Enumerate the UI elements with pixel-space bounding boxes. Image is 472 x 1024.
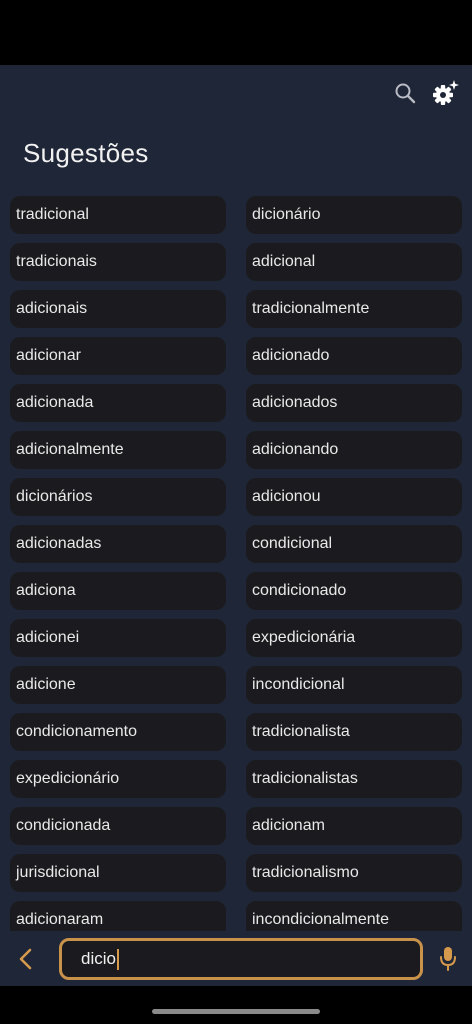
suggestion-chip[interactable]: adicionais [10,290,226,328]
home-indicator[interactable] [152,1009,320,1014]
suggestion-chip[interactable]: dicionário [246,196,462,234]
suggestion-chip[interactable]: tradicionalismo [246,854,462,892]
suggestion-chip[interactable]: adicionado [246,337,462,375]
back-button[interactable] [12,941,40,977]
search-input-value: dicio [81,949,116,968]
bottom-search-bar: dicio [0,931,472,986]
settings-button[interactable] [431,79,459,107]
suggestion-chip[interactable]: tradicionalista [246,713,462,751]
microphone-icon [440,947,456,971]
suggestion-chip[interactable]: condicional [246,525,462,563]
suggestion-chip[interactable]: adicionalmente [10,431,226,469]
suggestion-chip[interactable]: tradicional [10,196,226,234]
suggestion-chip[interactable]: dicionários [10,478,226,516]
suggestion-chip[interactable]: adicional [246,243,462,281]
suggestion-chip[interactable]: adicionou [246,478,462,516]
suggestion-chip[interactable]: expedicionária [246,619,462,657]
text-caret [116,948,119,970]
suggestions-grid: tradicional dicionário tradicionais adic… [10,196,462,934]
suggestion-chip[interactable]: incondicional [246,666,462,704]
suggestion-chip[interactable]: adicionada [10,384,226,422]
suggestion-chip[interactable]: adicionar [10,337,226,375]
suggestion-chip[interactable]: incondicionalmente [246,901,462,934]
suggestion-chip[interactable]: jurisdicional [10,854,226,892]
suggestion-chip[interactable]: tradicionalmente [246,290,462,328]
suggestion-chip[interactable]: adiciona [10,572,226,610]
suggestion-chip[interactable]: adicionando [246,431,462,469]
suggestion-chip[interactable]: adicionaram [10,901,226,934]
suggestion-chip[interactable]: condicionado [246,572,462,610]
suggestion-chip[interactable]: adicione [10,666,226,704]
suggestion-chip[interactable]: expedicionário [10,760,226,798]
gear-sparkle-icon [433,80,459,105]
page-title: Sugestões [23,138,149,168]
home-bar [0,986,472,1024]
suggestion-chip[interactable]: adicionei [10,619,226,657]
app-screen: Sugestões tradicional dicionário tradici… [0,65,472,986]
search-icon [395,83,416,104]
suggestion-chip[interactable]: condicionada [10,807,226,845]
suggestion-chip[interactable]: tradicionais [10,243,226,281]
search-input[interactable]: dicio [59,938,423,980]
suggestion-chip[interactable]: adicionados [246,384,462,422]
suggestion-chip[interactable]: adicionadas [10,525,226,563]
search-button[interactable] [391,79,419,107]
microphone-button[interactable] [434,941,462,977]
suggestion-chip[interactable]: adicionam [246,807,462,845]
suggestion-chip[interactable]: condicionamento [10,713,226,751]
chevron-left-icon [19,948,32,970]
suggestion-chip[interactable]: tradicionalistas [246,760,462,798]
status-bar [0,0,472,65]
